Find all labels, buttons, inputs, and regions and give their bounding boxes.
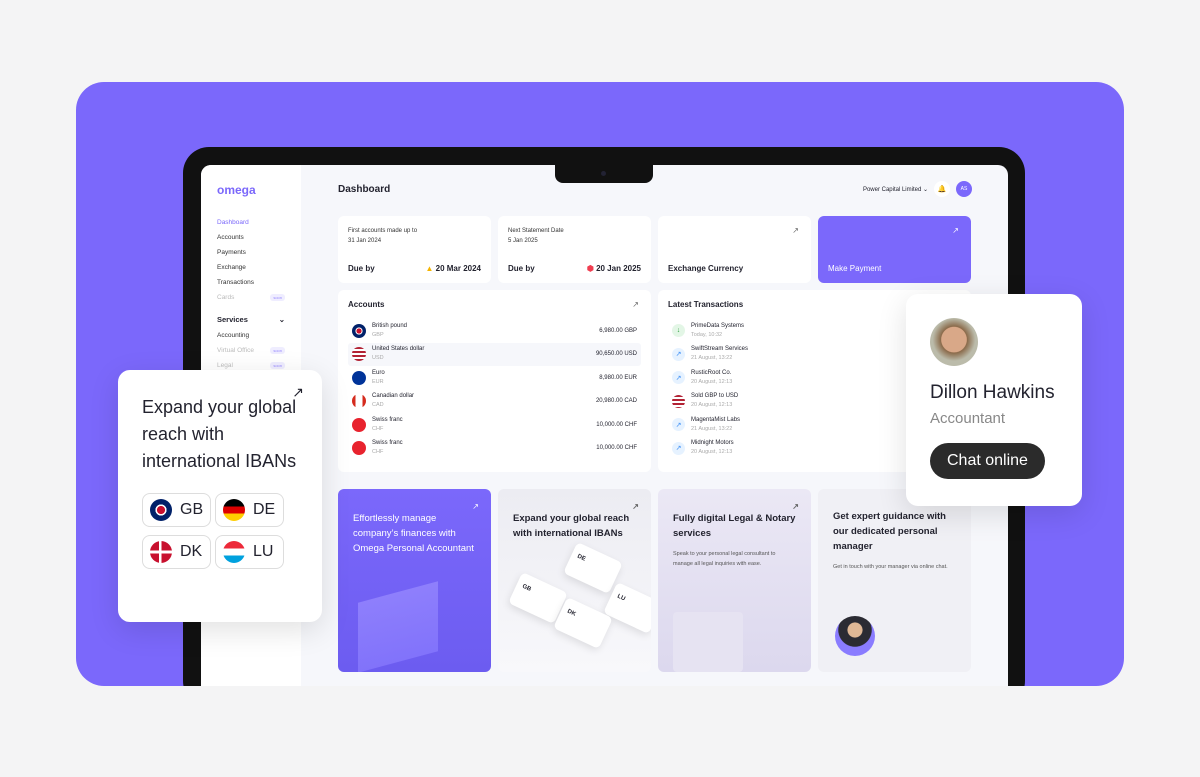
denmark-flag-icon: [150, 541, 172, 563]
dashboard-screen: omega Dashboard Accounts Payments Exchan…: [201, 165, 1008, 686]
arrow-up-right-icon: ↗: [292, 384, 304, 400]
promo-ibans[interactable]: ↗ Expand your global reach with internati…: [498, 489, 651, 672]
briefcase-illustration: [673, 612, 743, 672]
chevron-down-icon: ⌄: [278, 315, 285, 324]
exchange-currency-button[interactable]: ↗ Exchange Currency: [658, 216, 811, 283]
arrow-up-right-icon: ↗: [672, 371, 685, 385]
alert-icon: ⬢: [586, 264, 594, 273]
arrow-up-right-icon: ↗: [672, 347, 685, 361]
account-row[interactable]: Euro EUR 8,980.00 EUR: [348, 366, 641, 390]
arrow-down-icon: ↓: [672, 324, 685, 338]
soon-badge: soon: [270, 347, 285, 354]
warning-icon: ▲: [425, 264, 434, 273]
account-row[interactable]: United States dollar USD 90,650.00 USD: [348, 342, 641, 366]
make-payment-button[interactable]: ↗ Make Payment: [818, 216, 971, 283]
arrow-up-right-icon: ↗: [792, 226, 799, 235]
currency-flag-icon: [352, 370, 366, 385]
luxembourg-flag-icon: [223, 541, 245, 563]
sidebar-item-accounts[interactable]: Accounts: [217, 230, 285, 245]
contact-role: Accountant: [930, 410, 1006, 427]
soon-badge: soon: [270, 294, 285, 301]
currency-flag-icon: [352, 323, 366, 338]
logo: omega: [217, 183, 256, 197]
exchange-icon: [672, 394, 685, 408]
promo-manager[interactable]: Get expert guidance with our dedicated p…: [818, 489, 971, 672]
iban-cards-illustration: DE GB LU DK: [508, 541, 651, 649]
germany-flag-icon: [223, 499, 245, 521]
bell-icon[interactable]: 🔔: [934, 181, 950, 197]
account-row[interactable]: Canadian dollar CAD 20,980.00 CAD: [348, 390, 641, 414]
chat-online-button[interactable]: Chat online: [930, 443, 1045, 479]
currency-flag-icon: [352, 394, 366, 409]
promo-accountant[interactable]: ↗ Effortlessly manage company’s finances …: [338, 489, 491, 672]
iban-title: Expand your global reach with internatio…: [142, 397, 297, 471]
accounts-card: Accounts ↗ British pound GBP 6,980.00 GBP Un…: [338, 290, 651, 472]
arrow-up-right-icon: ↗: [672, 441, 685, 455]
promo-legal[interactable]: ↗ Fully digital Legal & Notary services Sp…: [658, 489, 811, 672]
summary-card-accounts: First accounts made up to 31 Jan 2024 Due…: [338, 216, 491, 283]
uk-flag-icon: [150, 499, 172, 521]
soon-badge: soon: [270, 362, 285, 369]
account-row[interactable]: Swiss franc CHF 10,000.00 CHF: [348, 437, 641, 461]
account-row[interactable]: Swiss franc CHF 10,000.00 CHF: [348, 413, 641, 437]
document-illustration: [358, 581, 438, 672]
currency-flag-icon: [352, 441, 366, 456]
arrow-up-right-icon[interactable]: ↗: [632, 300, 639, 309]
sidebar-item-exchange[interactable]: Exchange: [217, 260, 285, 275]
sidebar-item-cards[interactable]: Cards soon: [217, 290, 285, 305]
country-chip-dk[interactable]: DK: [142, 535, 211, 569]
arrow-up-right-icon: ↗: [672, 418, 685, 432]
manager-avatar: [835, 616, 875, 656]
contact-name: Dillon Hawkins: [930, 382, 1055, 403]
country-chip-gb[interactable]: GB: [142, 493, 211, 527]
country-chip-lu[interactable]: LU: [215, 535, 284, 569]
sidebar-item-payments[interactable]: Payments: [217, 245, 285, 260]
services-toggle[interactable]: Services ⌄: [217, 315, 285, 324]
iban-card[interactable]: ↗ Expand your global reach with internat…: [118, 370, 322, 622]
sidebar-item-dashboard[interactable]: Dashboard: [217, 215, 285, 230]
camera-notch: [555, 165, 653, 183]
account-row[interactable]: British pound GBP 6,980.00 GBP: [348, 319, 641, 343]
contact-card: Dillon Hawkins Accountant Chat online: [906, 294, 1082, 506]
page-title: Dashboard: [338, 184, 391, 195]
currency-flag-icon: [352, 347, 366, 362]
avatar[interactable]: AS: [956, 181, 972, 197]
company-selector[interactable]: Power Capital Limited ⌄: [863, 186, 928, 193]
summary-card-statement: Next Statement Date 5 Jan 2025 Due by ⬢ 20…: [498, 216, 651, 283]
arrow-up-right-icon: ↗: [952, 226, 959, 235]
currency-flag-icon: [352, 417, 366, 432]
sidebar-item-virtual-office[interactable]: Virtual Office soon: [217, 343, 285, 358]
country-chip-de[interactable]: DE: [215, 493, 284, 527]
sidebar-item-transactions[interactable]: Transactions: [217, 275, 285, 290]
sidebar-item-accounting[interactable]: Accounting: [217, 328, 285, 343]
contact-photo: [930, 318, 978, 366]
